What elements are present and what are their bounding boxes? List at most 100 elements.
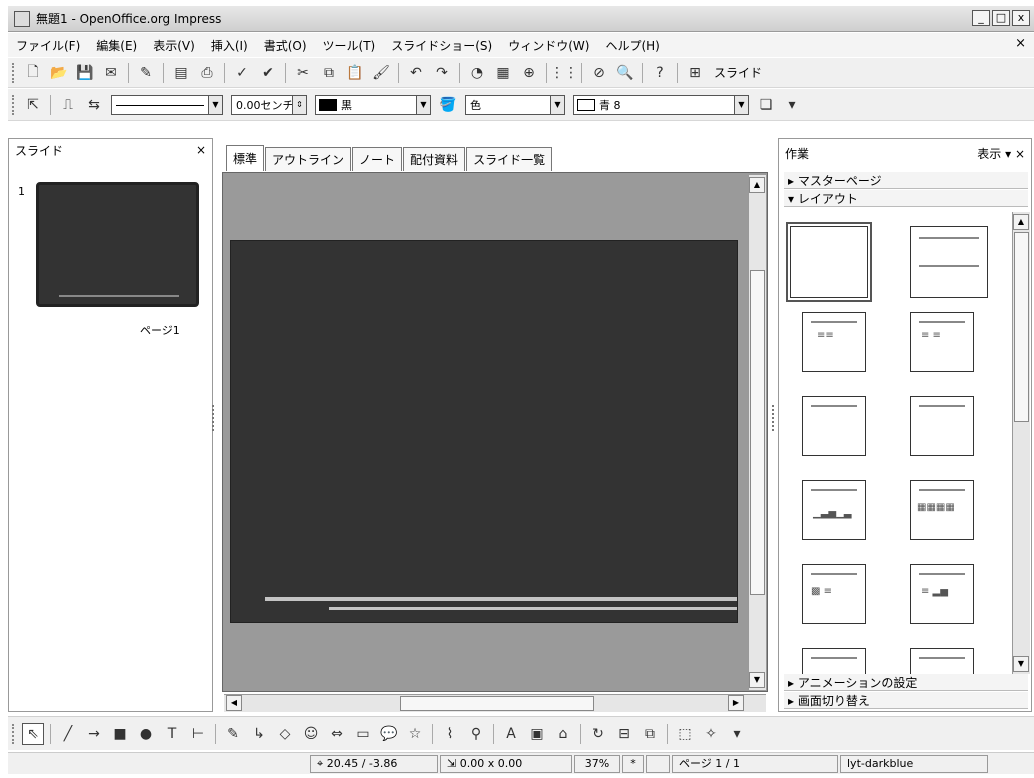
minimize-button[interactable]: _ — [972, 10, 990, 26]
section-transition[interactable]: ▸ 画面切り替え — [784, 692, 1028, 709]
paste-icon[interactable]: 📋 — [344, 62, 366, 84]
gallery-icon[interactable]: ⌂ — [552, 723, 574, 745]
copy-icon[interactable]: ⧉ — [318, 62, 340, 84]
no-entry-icon[interactable]: ⊘ — [588, 62, 610, 84]
chart-icon[interactable]: ◔ — [466, 62, 488, 84]
zoom-icon[interactable]: 🔍 — [614, 62, 636, 84]
navigator-icon[interactable]: ⊕ — [518, 62, 540, 84]
format-paintbrush-icon[interactable]: 🖌 — [370, 62, 392, 84]
section-master-pages[interactable]: ▸ マスターページ — [784, 172, 1028, 189]
status-zoom[interactable]: 37% — [574, 754, 620, 773]
document-close-icon[interactable]: × — [1015, 36, 1026, 51]
layout-clipart-text[interactable]: ▩ ≡ — [802, 564, 866, 624]
undo-icon[interactable]: ↶ — [405, 62, 427, 84]
menu-file[interactable]: ファイル(F) — [8, 37, 88, 54]
basic-shapes-icon[interactable]: ◇ — [274, 723, 296, 745]
toolbar-overflow-icon[interactable]: ▾ — [726, 723, 748, 745]
scroll-right-icon[interactable]: ▶ — [728, 695, 744, 711]
new-document-icon[interactable]: 🗋 — [22, 62, 44, 84]
ellipse-icon[interactable]: ● — [135, 723, 157, 745]
area-style-select[interactable]: 色 ▼ — [465, 94, 565, 115]
menu-format[interactable]: 書式(O) — [256, 37, 315, 54]
menu-slideshow[interactable]: スライドショー(S) — [383, 37, 500, 54]
layout-two-content[interactable]: ≡ ≡ — [910, 312, 974, 372]
symbol-shapes-icon[interactable]: ☺ — [300, 723, 322, 745]
curve-icon[interactable]: ✎ — [222, 723, 244, 745]
section-layouts[interactable]: ▾ レイアウト — [784, 190, 1028, 207]
layout-item-partial[interactable] — [802, 648, 866, 674]
maximize-button[interactable]: □ — [992, 10, 1010, 26]
tab-slide-sorter[interactable]: スライド一覧 — [466, 147, 553, 171]
scrollbar-thumb[interactable] — [1014, 232, 1029, 422]
block-arrows-icon[interactable]: ⇔ — [326, 723, 348, 745]
slides-pane-close-icon[interactable]: × — [196, 143, 206, 157]
layout-title-box[interactable] — [910, 396, 974, 456]
layout-title-table[interactable]: ▦▦▦▦ — [910, 480, 974, 540]
spellcheck-icon[interactable]: ✓ — [231, 62, 253, 84]
alignment-icon[interactable]: ⊟ — [613, 723, 635, 745]
toolbar-overflow-icon[interactable]: ▾ — [781, 94, 803, 116]
toolbar-grip[interactable] — [12, 723, 16, 744]
menu-tools[interactable]: ツール(T) — [315, 37, 384, 54]
section-animation[interactable]: ▸ アニメーションの設定 — [784, 674, 1028, 691]
glue-points-icon[interactable]: ⚲ — [465, 723, 487, 745]
points-icon[interactable]: ⌇ — [439, 723, 461, 745]
scroll-down-icon[interactable]: ▼ — [749, 672, 765, 688]
toolbar-grip[interactable] — [12, 94, 16, 115]
tab-notes[interactable]: ノート — [352, 147, 403, 171]
menu-edit[interactable]: 編集(E) — [88, 37, 145, 54]
line-style-select[interactable]: ▼ — [111, 94, 223, 115]
layouts-scrollbar[interactable]: ▲ ▼ — [1012, 212, 1030, 674]
connector-icon[interactable]: ↳ — [248, 723, 270, 745]
slide-thumbnail[interactable] — [36, 182, 199, 307]
layout-title-content[interactable]: ≡≡ — [802, 312, 866, 372]
edit-file-icon[interactable]: ✎ — [135, 62, 157, 84]
save-icon[interactable]: 💾 — [74, 62, 96, 84]
slide-canvas[interactable] — [230, 240, 738, 623]
layout-item-partial[interactable] — [910, 648, 974, 674]
scroll-up-icon[interactable]: ▲ — [749, 177, 765, 193]
pane-splitter-left[interactable] — [212, 405, 215, 431]
scroll-left-icon[interactable]: ◀ — [226, 695, 242, 711]
redo-icon[interactable]: ↷ — [431, 62, 453, 84]
table-icon[interactable]: ▦ — [492, 62, 514, 84]
interaction-icon[interactable]: ⬚ — [674, 723, 696, 745]
export-pdf-icon[interactable]: ▤ — [170, 62, 192, 84]
menu-help[interactable]: ヘルプ(H) — [597, 37, 667, 54]
line-icon[interactable]: ⎍ — [57, 94, 79, 116]
rectangle-icon[interactable]: ■ — [109, 723, 131, 745]
arrow-line-icon[interactable]: → — [83, 723, 105, 745]
scrollbar-thumb[interactable] — [400, 696, 594, 711]
arrow-style-icon[interactable]: ⇆ — [83, 94, 105, 116]
area-fill-icon[interactable]: 🪣 — [437, 94, 459, 116]
print-icon[interactable]: ⎙ — [196, 62, 218, 84]
area-color-select[interactable]: 青 8 ▼ — [573, 94, 749, 115]
cut-icon[interactable]: ✂ — [292, 62, 314, 84]
tab-handout[interactable]: 配付資料 — [403, 147, 466, 171]
status-signature[interactable] — [646, 754, 670, 773]
help-icon[interactable]: ? — [649, 62, 671, 84]
layout-title-only[interactable] — [910, 226, 988, 298]
scrollbar-thumb[interactable] — [750, 270, 765, 595]
vertical-scrollbar[interactable]: ▲ ▼ — [748, 175, 766, 690]
layout-title-chart[interactable]: ▁▃▅▁▃ — [802, 480, 866, 540]
shadow-icon[interactable]: ❏ — [755, 94, 777, 116]
extrusion-icon[interactable]: ✧ — [700, 723, 722, 745]
open-icon[interactable]: 📂 — [48, 62, 70, 84]
tab-normal[interactable]: 標準 — [226, 145, 265, 171]
flowchart-icon[interactable]: ▭ — [352, 723, 374, 745]
menu-insert[interactable]: 挿入(I) — [203, 37, 256, 54]
vertical-text-icon[interactable]: ⊢ — [187, 723, 209, 745]
menu-view[interactable]: 表示(V) — [145, 37, 203, 54]
slide-button-label[interactable]: スライド — [714, 64, 762, 81]
scroll-down-icon[interactable]: ▼ — [1013, 656, 1029, 672]
line-tool-icon[interactable]: ╱ — [57, 723, 79, 745]
scroll-up-icon[interactable]: ▲ — [1013, 214, 1029, 230]
stars-icon[interactable]: ☆ — [404, 723, 426, 745]
select-icon[interactable]: ⇖ — [22, 722, 44, 745]
layout-text-chart[interactable]: ≡ ▂▅ — [910, 564, 974, 624]
menu-window[interactable]: ウィンドウ(W) — [500, 37, 597, 54]
grid-icon[interactable]: ⋮⋮ — [550, 62, 578, 84]
autospell-icon[interactable]: ✔ — [257, 62, 279, 84]
layout-title-centered[interactable] — [802, 396, 866, 456]
